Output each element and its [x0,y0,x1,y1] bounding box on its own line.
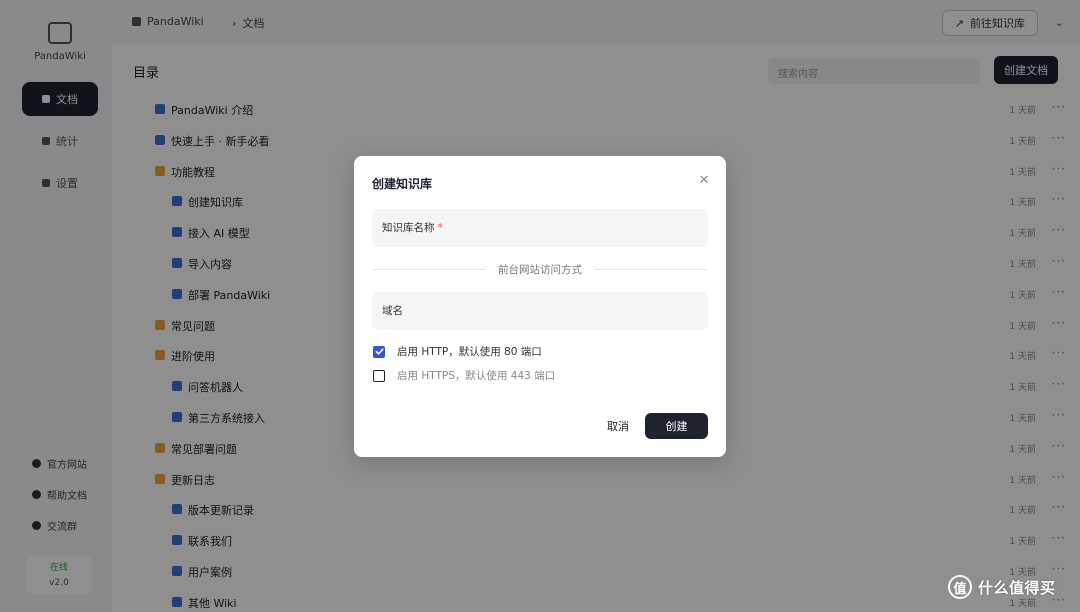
watermark-logo-icon: 值 [948,575,972,599]
divider-line [594,268,708,270]
checkmark-icon [375,348,384,355]
https-option[interactable]: 启用 HTTPS，默认使用 443 端口 [373,368,555,383]
http-option-label: 启用 HTTP，默认使用 80 端口 [397,346,542,358]
close-icon[interactable]: ✕ [696,172,712,188]
http-option[interactable]: 启用 HTTP，默认使用 80 端口 [373,344,542,359]
watermark: 值 什么值得买 [948,575,1056,599]
required-mark: * [437,222,443,234]
domain-label: 域名 [382,305,403,317]
kb-name-field[interactable]: 知识库名称 * [372,209,708,247]
create-button[interactable]: 创建 [645,413,708,439]
https-checkbox[interactable] [373,369,385,382]
domain-field[interactable]: 域名 [372,292,708,330]
cancel-button[interactable]: 取消 [598,414,638,438]
section-divider: 前台网站访问方式 [372,260,708,278]
divider-line [372,268,486,270]
kb-name-label: 知识库名称 [382,222,435,234]
https-option-label: 启用 HTTPS，默认使用 443 端口 [397,370,556,382]
dialog-title: 创建知识库 [372,177,433,191]
create-kb-dialog: 创建知识库 ✕ 知识库名称 * 前台网站访问方式 域名 启用 HTTP，默认使用 … [354,156,726,457]
http-checkbox[interactable] [373,345,385,358]
watermark-text: 什么值得买 [978,578,1056,597]
divider-label: 前台网站访问方式 [498,263,582,276]
